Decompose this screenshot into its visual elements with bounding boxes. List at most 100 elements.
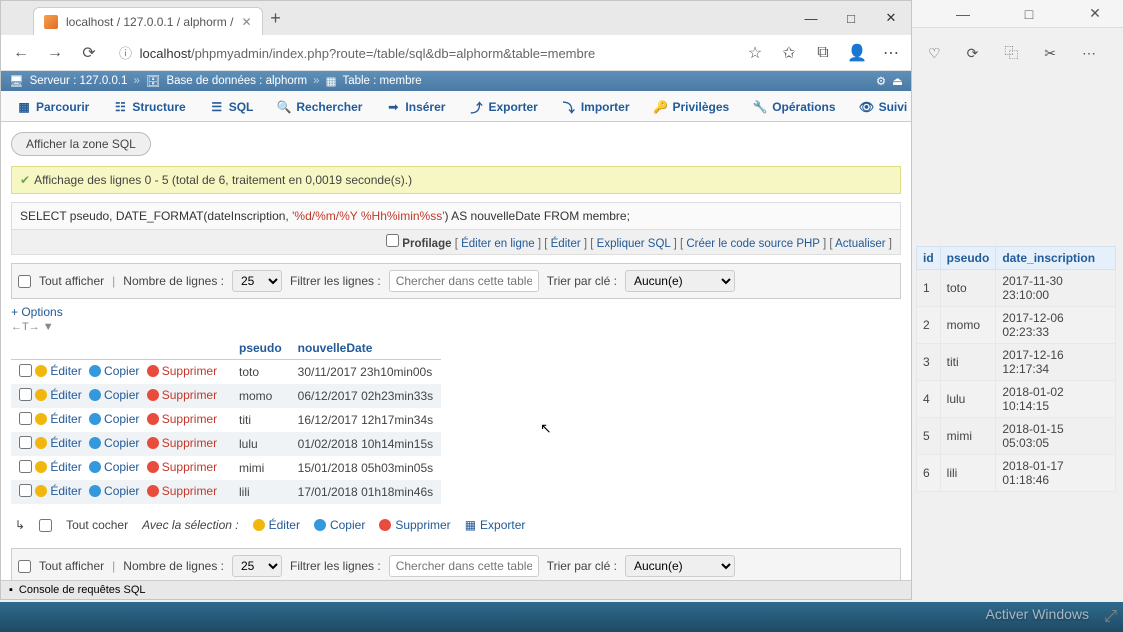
explain-sql-link[interactable]: Expliquer SQL [597,238,671,250]
pencil-icon [35,389,47,401]
outer-maximize[interactable]: □ [1011,6,1047,22]
show-all-checkbox-2[interactable] [18,560,31,573]
server-icon: 🖥 [9,74,24,88]
create-php-link[interactable]: Créer le code source PHP [686,238,819,250]
back-button[interactable]: ← [9,41,33,65]
tab-search[interactable]: 🔍Rechercher [266,93,373,121]
new-tab-button[interactable]: + [263,5,289,31]
row-copy[interactable]: Copier [89,364,139,378]
crop-icon[interactable]: ⿻ [1004,43,1018,63]
row-delete[interactable]: Supprimer [147,388,217,402]
outer-close[interactable]: ✕ [1077,5,1113,22]
batch-copy[interactable]: Copier [314,518,365,532]
more-icon[interactable]: ⋯ [1082,45,1096,62]
refresh-link[interactable]: Actualiser [835,238,886,250]
cell-date: 2017-11-30 23:10:00 [996,270,1116,307]
profile-icon[interactable]: 👤 [845,41,869,65]
forward-button[interactable]: → [43,41,67,65]
breadcrumb-server[interactable]: Serveur : 127.0.0.1 [30,75,128,87]
edit-link[interactable]: Éditer [551,238,581,250]
col-pseudo[interactable]: pseudo [940,247,996,270]
exit-icon[interactable]: ⏏ [892,74,903,88]
row-delete[interactable]: Supprimer [147,436,217,450]
breadcrumb-table[interactable]: Table : membre [342,75,421,87]
profiling-checkbox[interactable] [386,234,399,247]
options-link[interactable]: + Options [11,305,901,319]
tab-tracking[interactable]: 👁Suivi [849,93,911,121]
sort-select-2[interactable]: Aucun(e) [625,555,735,577]
tab-browse[interactable]: ▦Parcourir [6,93,100,121]
batch-export[interactable]: ▦Exporter [465,518,526,532]
row-copy[interactable]: Copier [89,484,139,498]
tab-insert[interactable]: ➟Insérer [375,93,456,121]
tab-import[interactable]: ⤵Importer [551,93,641,121]
rows-select-2[interactable]: 25 [232,555,282,577]
star-icon[interactable]: ☆ [743,41,767,65]
batch-edit[interactable]: Éditer [253,518,300,532]
row-checkbox[interactable] [19,484,32,497]
filter-input-2[interactable] [389,555,539,577]
favorite-icon[interactable]: ✩ [777,41,801,65]
menu-icon[interactable]: ⋯ [879,41,903,65]
row-edit[interactable]: Éditer [35,412,81,426]
row-delete[interactable]: Supprimer [147,364,217,378]
tab-sql[interactable]: ☰SQL [199,93,265,121]
col-id[interactable]: id [917,247,941,270]
row-copy[interactable]: Copier [89,388,139,402]
window-maximize[interactable]: □ [831,1,871,35]
minus-icon [147,365,159,377]
row-edit[interactable]: Éditer [35,364,81,378]
row-edit[interactable]: Éditer [35,388,81,402]
edit-inline-link[interactable]: Éditer en ligne [461,238,535,250]
cell-id: 3 [917,344,941,381]
check-all-checkbox[interactable] [39,519,52,532]
row-delete[interactable]: Supprimer [147,460,217,474]
row-checkbox[interactable] [19,412,32,425]
col-pseudo[interactable]: pseudo [231,337,290,360]
row-checkbox[interactable] [19,364,32,377]
collections-icon[interactable]: ⧉ [811,41,835,65]
resize-icon[interactable]: ⤢ [1104,608,1117,626]
row-checkbox[interactable] [19,436,32,449]
console-bar[interactable]: ▪ Console de requêtes SQL [1,580,911,599]
heart-icon[interactable]: ♡ [928,45,941,62]
col-nouvelledate[interactable]: nouvelleDate [290,337,441,360]
filter-input[interactable] [389,270,539,292]
refresh-icon[interactable]: ⟳ [967,45,979,62]
pencil-icon [35,485,47,497]
outer-minimize[interactable]: — [945,6,981,22]
row-checkbox[interactable] [19,460,32,473]
tab-operations[interactable]: 🔧Opérations [742,93,846,121]
row-checkbox[interactable] [19,388,32,401]
row-copy[interactable]: Copier [89,460,139,474]
tab-privileges[interactable]: 🔑Privilèges [643,93,741,121]
sort-select[interactable]: Aucun(e) [625,270,735,292]
browser-tab[interactable]: localhost / 127.0.0.1 / alphorm / ✕ [33,7,263,35]
col-date-inscription[interactable]: date_inscription [996,247,1116,270]
info-icon[interactable]: ⓘ [119,46,132,61]
row-delete[interactable]: Supprimer [147,484,217,498]
row-edit[interactable]: Éditer [35,484,81,498]
row-copy[interactable]: Copier [89,436,139,450]
row-edit[interactable]: Éditer [35,436,81,450]
filter-label: Filtrer les lignes : [290,274,381,288]
show-sql-button[interactable]: Afficher la zone SQL [11,132,151,156]
rows-select[interactable]: 25 [232,270,282,292]
window-minimize[interactable]: — [791,1,831,35]
scissors-icon[interactable]: ✂ [1044,45,1056,62]
tab-export[interactable]: ⤴Exporter [458,93,548,121]
row-edit[interactable]: Éditer [35,460,81,474]
tab-structure[interactable]: ☷Structure [102,93,196,121]
right-toolbar: ♡ ⟳ ⿻ ✂ ⋯ [918,38,1118,68]
tab-close-icon[interactable]: ✕ [241,15,251,29]
window-close[interactable]: ✕ [871,1,911,35]
url-field[interactable]: ⓘ localhost/phpmyadmin/index.php?route=/… [111,43,733,62]
reload-button[interactable]: ⟳ [77,41,101,65]
settings-icon[interactable]: ⚙ [876,74,886,88]
sort-arrows-icon[interactable]: ←T→ ▼ [11,321,901,333]
row-delete[interactable]: Supprimer [147,412,217,426]
batch-delete[interactable]: Supprimer [379,518,450,532]
show-all-checkbox[interactable] [18,275,31,288]
row-copy[interactable]: Copier [89,412,139,426]
breadcrumb-database[interactable]: Base de données : alphorm [166,75,307,87]
